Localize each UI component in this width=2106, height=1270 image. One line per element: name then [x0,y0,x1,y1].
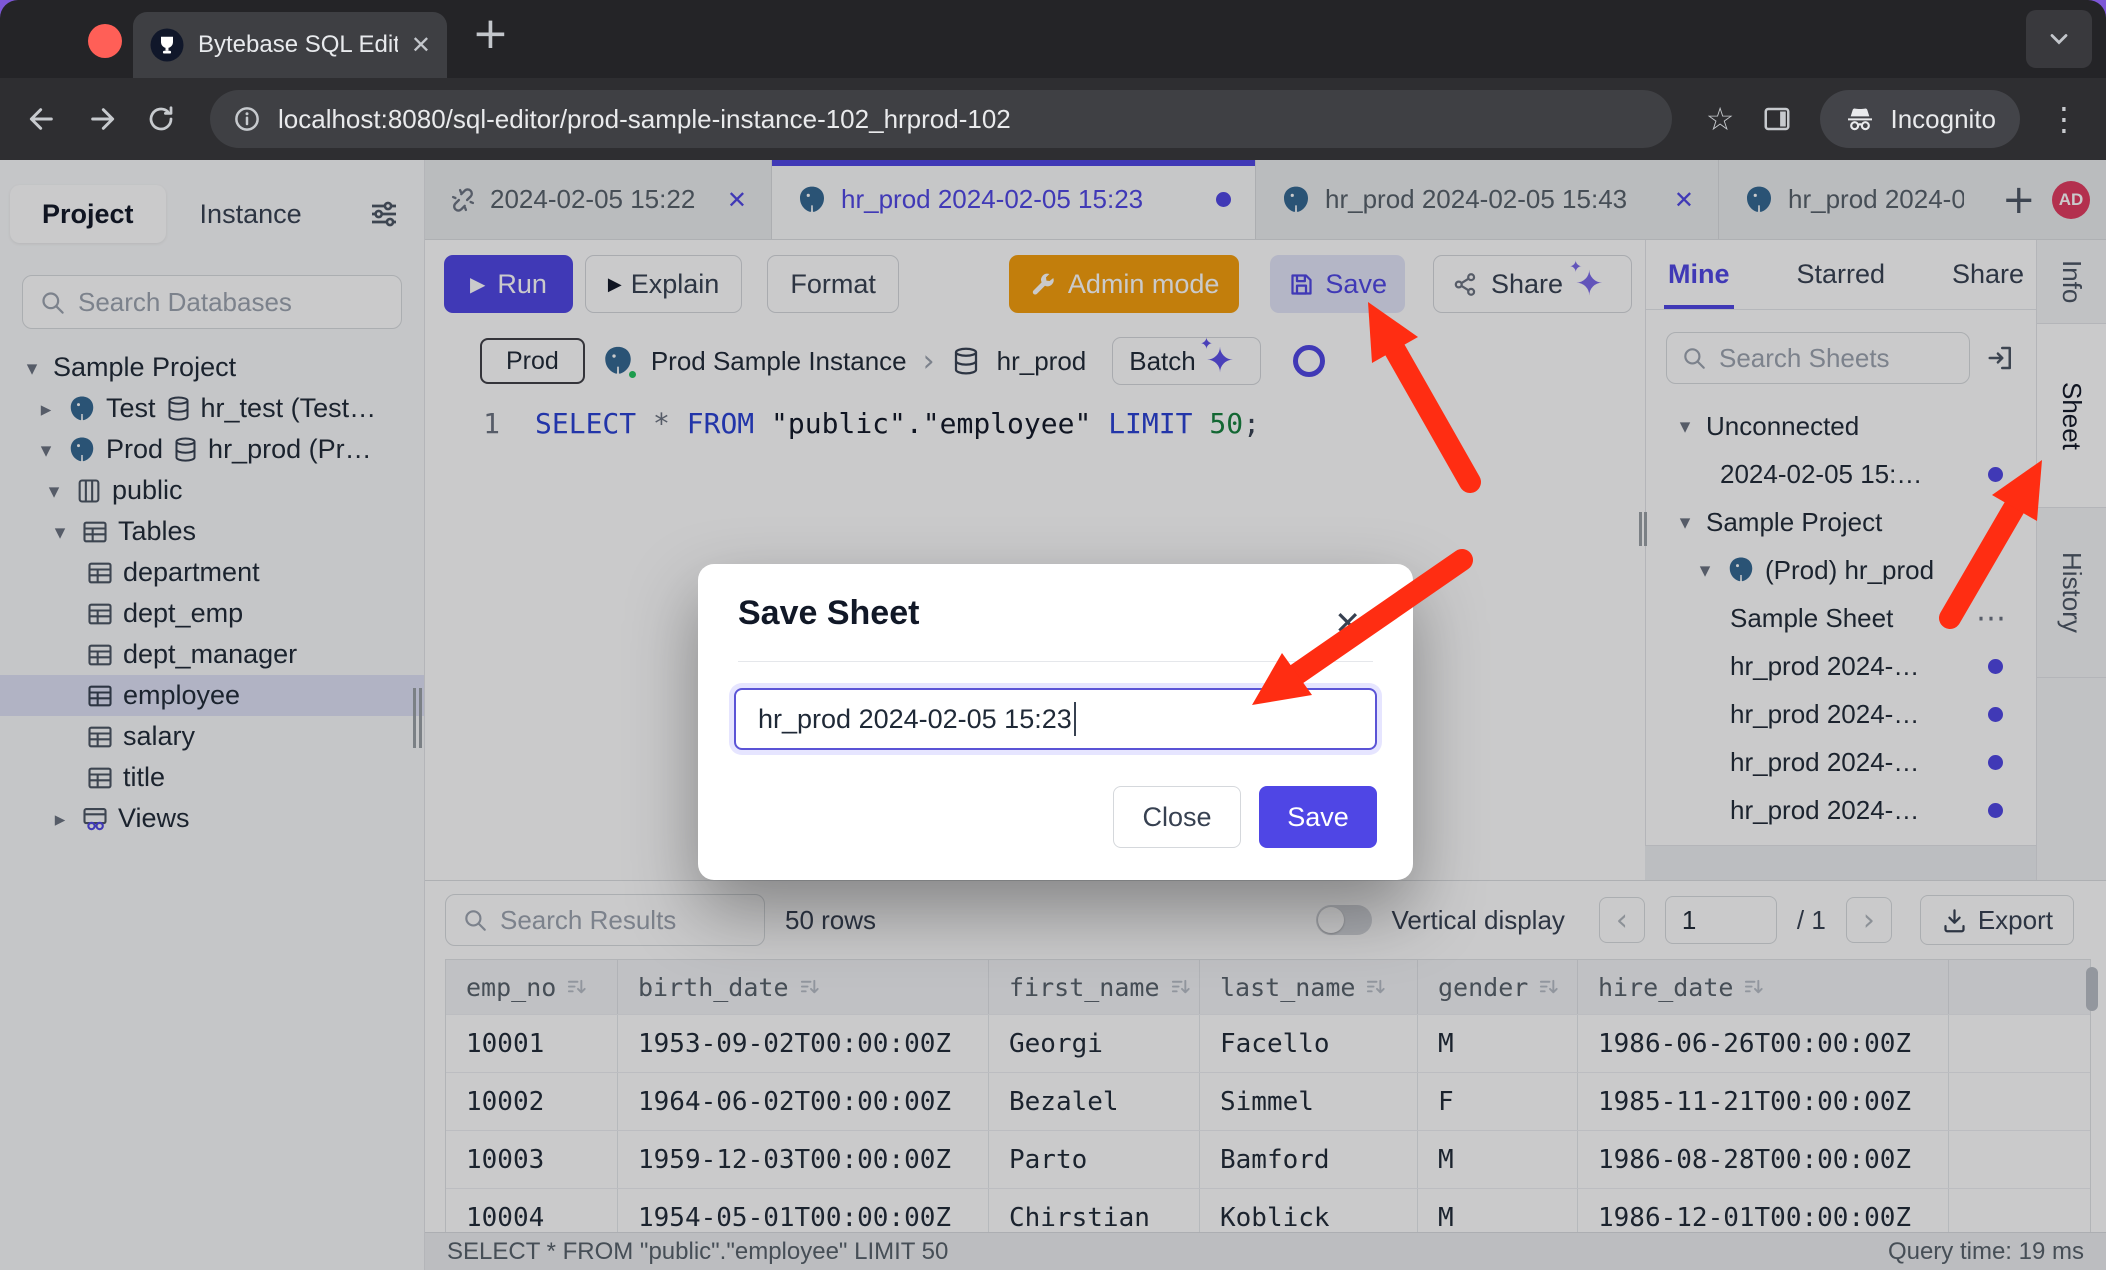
url-text: localhost:8080/sql-editor/prod-sample-in… [278,104,1011,135]
save-button[interactable]: Save [1259,786,1377,848]
dialog-title: Save Sheet [738,594,1413,633]
bookmark-star-icon[interactable]: ☆ [1706,100,1735,138]
window-close-button[interactable] [88,24,122,58]
forward-button[interactable] [86,103,118,135]
browser-menu-icon[interactable]: ⋮ [2048,100,2080,138]
sql-editor-app: Project Instance Search Databases ▾ Samp… [0,160,2106,1270]
chevron-down-icon [2045,25,2073,53]
incognito-label: Incognito [1890,104,1996,135]
back-button[interactable] [26,103,58,135]
tab-search-button[interactable] [2026,10,2092,68]
browser-navbar: localhost:8080/sql-editor/prod-sample-in… [0,78,2106,160]
divider [738,661,1373,662]
sheet-name-input[interactable]: hr_prod 2024-02-05 15:23 [734,688,1377,750]
bytebase-favicon [149,27,185,63]
close-button[interactable]: Close [1113,786,1241,848]
browser-window: Bytebase SQL Editor ✕ + localhost:8080/s… [0,0,2106,1270]
browser-tab-title: Bytebase SQL Editor [198,31,398,59]
incognito-badge: Incognito [1820,90,2020,148]
text-cursor [1074,702,1076,736]
reload-button[interactable] [146,104,176,134]
browser-tab-close-icon[interactable]: ✕ [411,31,431,59]
browser-tab[interactable]: Bytebase SQL Editor ✕ [133,12,447,78]
browser-titlebar: Bytebase SQL Editor ✕ + [0,0,2106,78]
screenshot-root: Bytebase SQL Editor ✕ + localhost:8080/s… [0,0,2106,1270]
incognito-icon [1844,103,1876,135]
address-bar[interactable]: localhost:8080/sql-editor/prod-sample-in… [210,90,1672,148]
dialog-close-icon[interactable]: ✕ [1334,604,1361,642]
new-tab-button[interactable]: + [472,8,509,59]
site-info-icon[interactable] [232,104,262,134]
side-panel-icon[interactable] [1762,104,1792,134]
save-sheet-dialog: Save Sheet ✕ hr_prod 2024-02-05 15:23 Cl… [698,564,1413,880]
